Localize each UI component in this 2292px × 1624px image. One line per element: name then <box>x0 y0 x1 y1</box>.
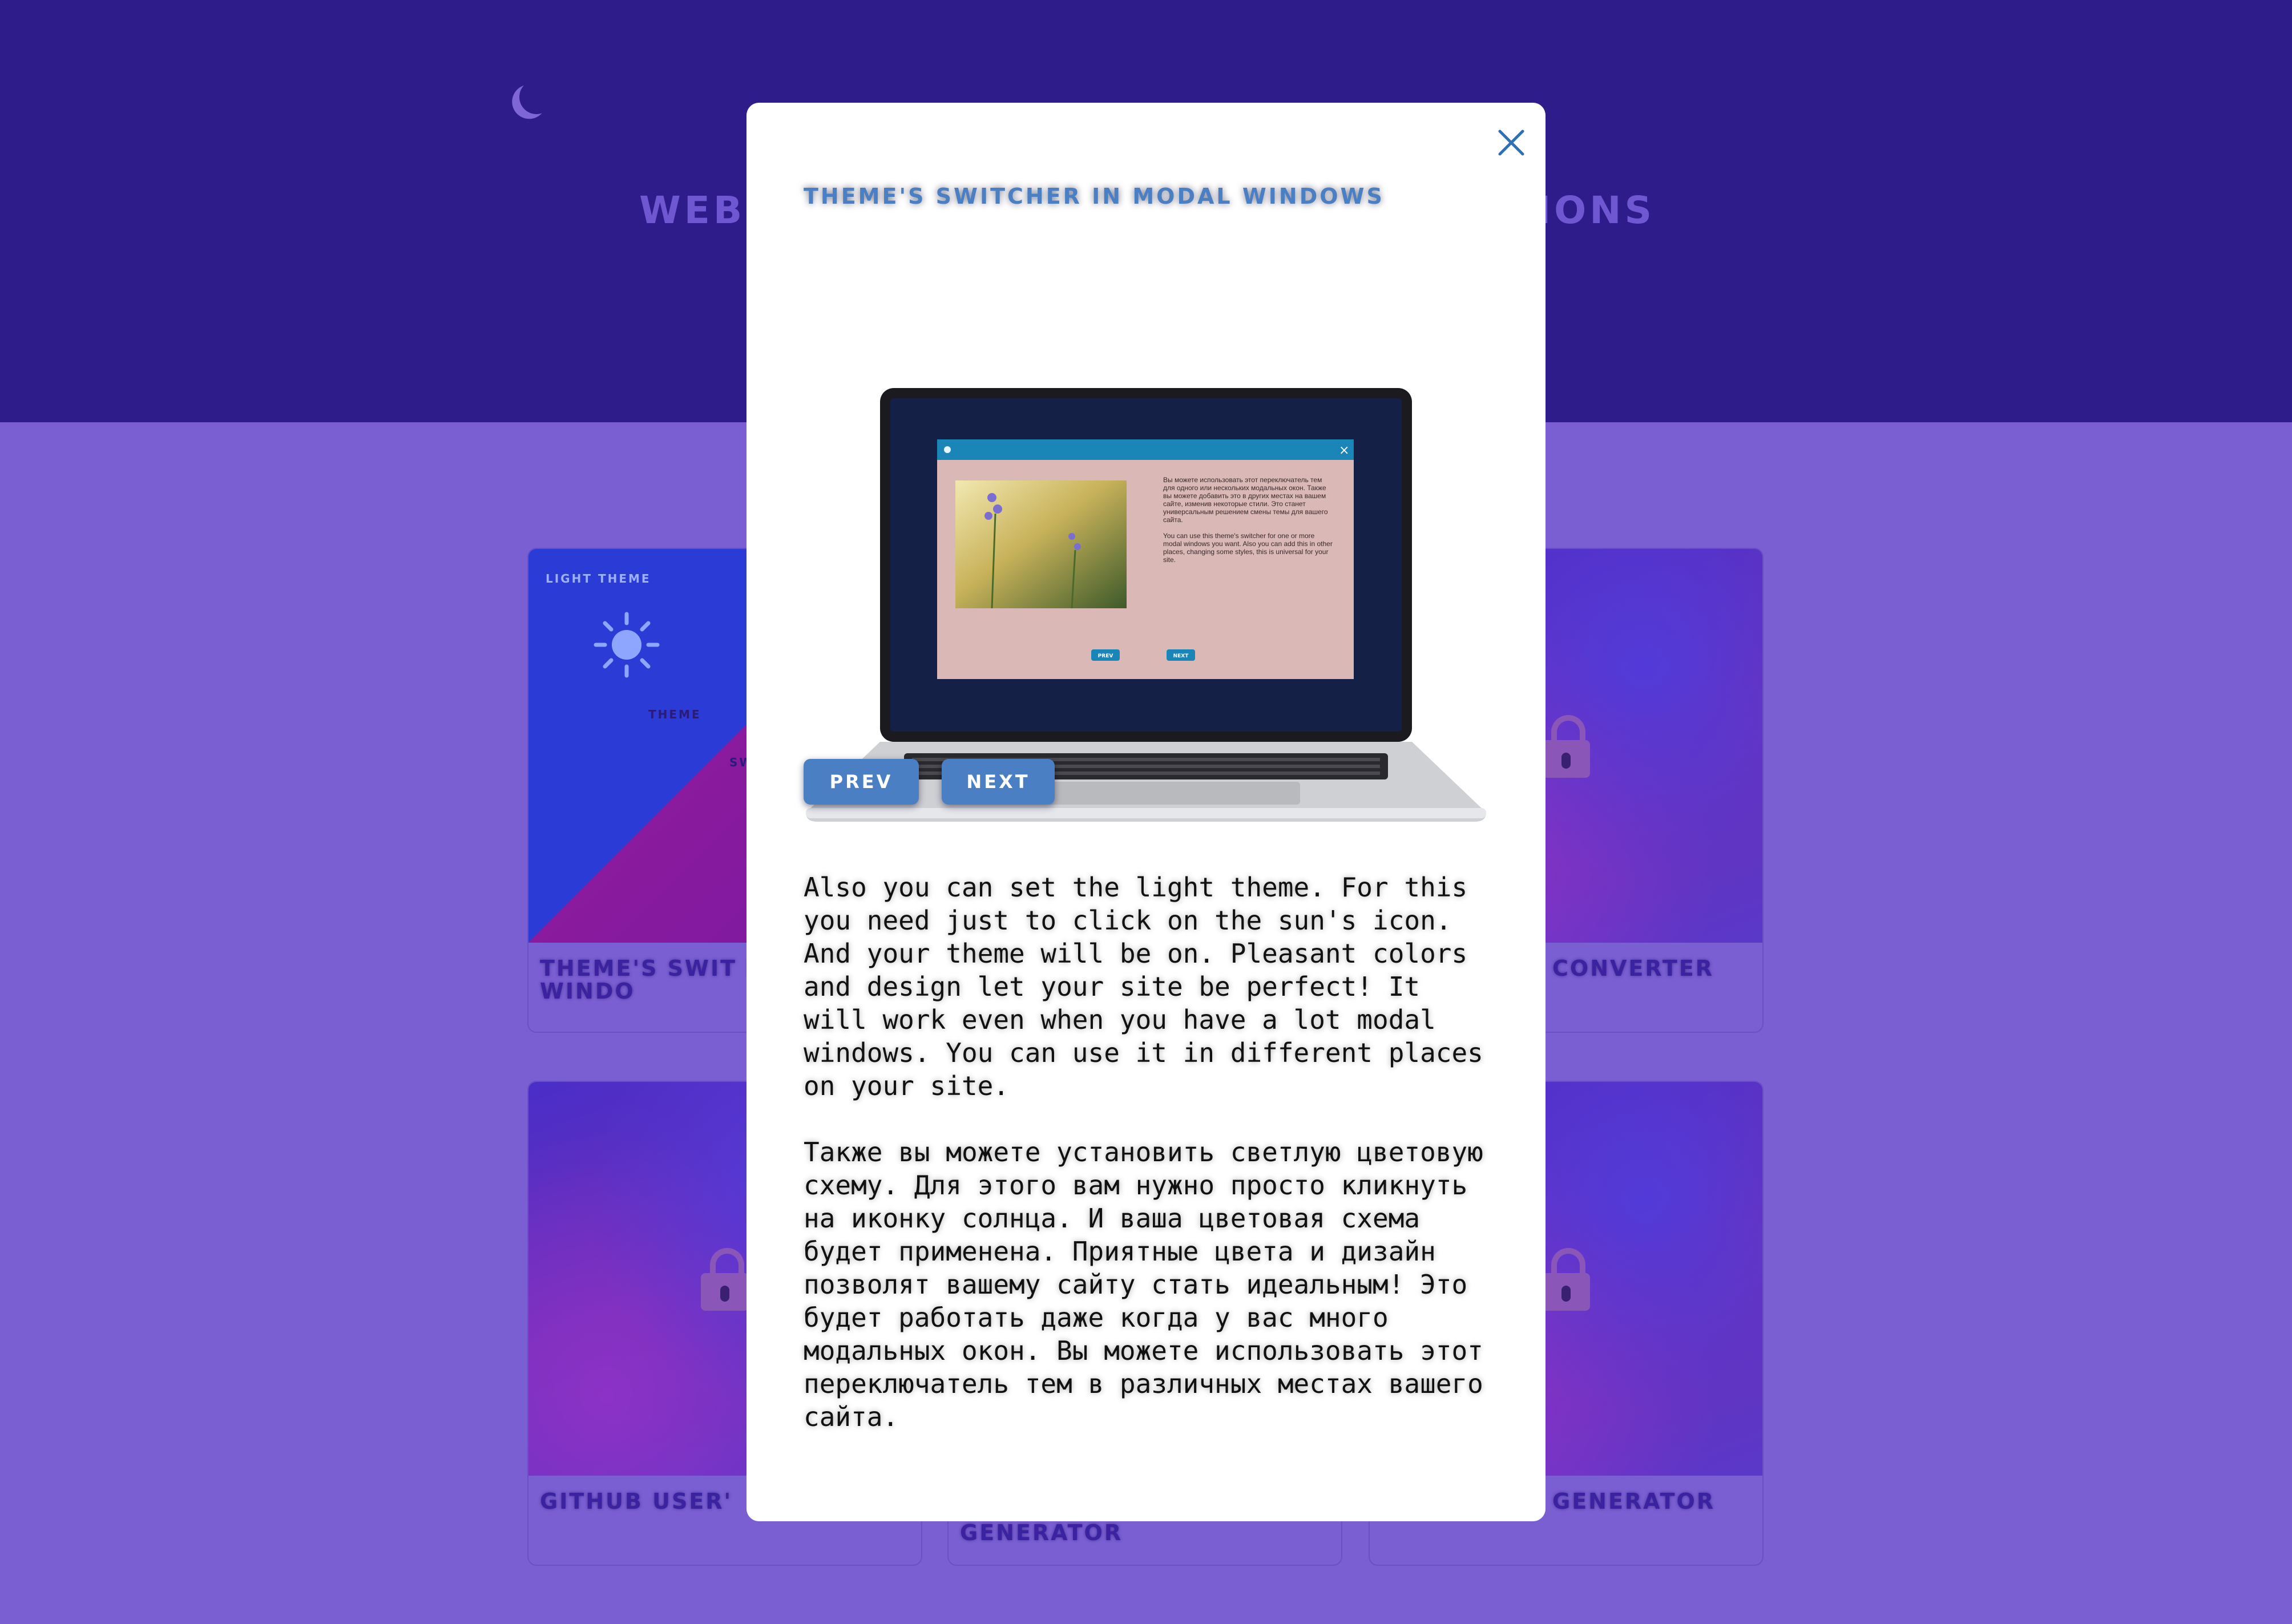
modal-title: THEME'S SWITCHER IN MODAL WINDOWS <box>804 184 1385 209</box>
moon-icon[interactable] <box>516 77 556 117</box>
lock-icon <box>1542 715 1590 778</box>
hero-title-left: WEB <box>639 188 746 232</box>
card-title: CONVERTER <box>1552 956 1714 981</box>
laptop-prev-label: PREV <box>1098 653 1113 659</box>
card-title: GENERATOR <box>1552 1489 1716 1514</box>
lock-icon <box>701 1248 749 1311</box>
preview-label: LIGHT THEME <box>546 572 651 585</box>
description-ru: Также вы можете установить светлую цвето… <box>804 1137 1483 1432</box>
laptop-next-label: NEXT <box>1173 653 1189 659</box>
laptop-screenshot: × Вы можете использовать этот переключат… <box>806 388 1486 822</box>
svg-text:×: × <box>1339 443 1349 458</box>
lock-icon <box>1542 1248 1590 1311</box>
laptop-text-ru: Вы можете использовать этот переключател… <box>1163 476 1328 524</box>
preview-word: THEME <box>648 708 701 721</box>
prev-button[interactable]: PREV <box>804 759 919 805</box>
laptop-text-en: You can use this theme's switcher for on… <box>1163 532 1333 564</box>
modal-window: THEME'S SWITCHER IN MODAL WINDOWS × Вы м… <box>746 103 1546 1521</box>
description-en: Also you can set the light theme. For th… <box>804 872 1483 1101</box>
next-button[interactable]: NEXT <box>942 759 1055 805</box>
card-title: GENERATOR <box>960 1520 1123 1545</box>
sun-icon <box>594 612 660 678</box>
modal-description: Also you can set the light theme. For th… <box>804 871 1494 1467</box>
close-icon[interactable] <box>1494 126 1528 160</box>
hero-title-right: IONS <box>1536 188 1655 232</box>
